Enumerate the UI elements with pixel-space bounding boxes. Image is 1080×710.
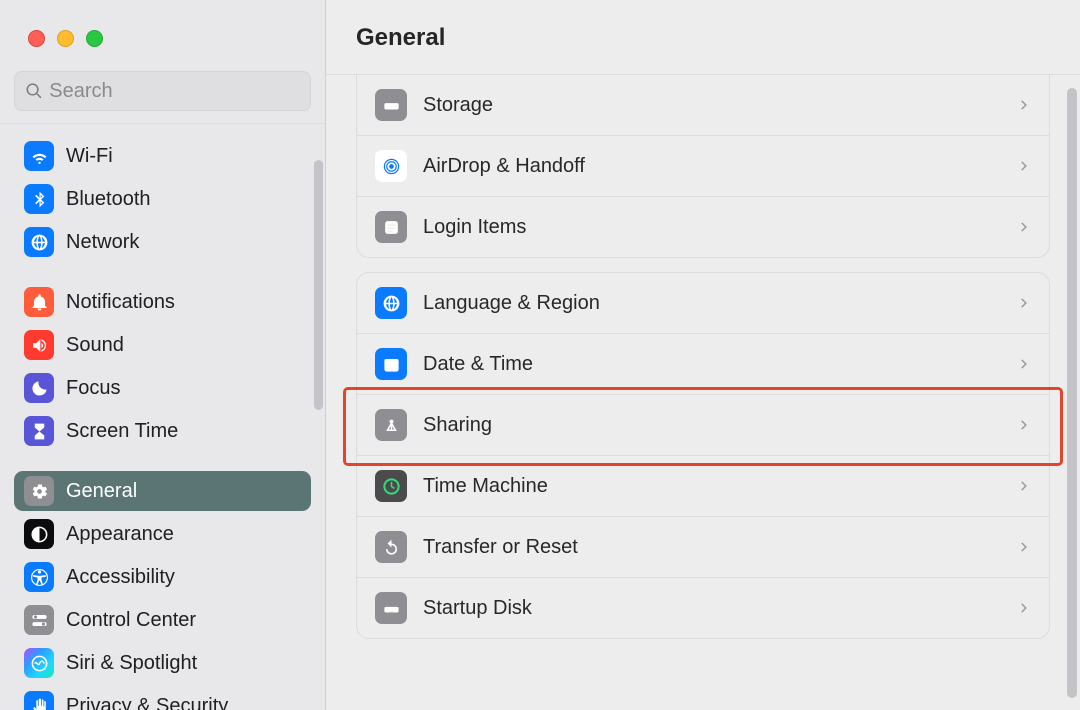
globe-icon (375, 287, 407, 319)
moon-icon (24, 373, 54, 403)
sidebar-item-label: Network (66, 231, 139, 254)
hourglass-icon (24, 416, 54, 446)
sidebar-item-label: Control Center (66, 609, 196, 632)
drive-icon (375, 89, 407, 121)
sidebar-item-label: Accessibility (66, 566, 175, 589)
switches-icon (24, 605, 54, 635)
sidebar-item-general[interactable]: General (14, 471, 311, 511)
settings-group: Language & Region Date & Time Sharing Time … (356, 272, 1050, 639)
chevron-right-icon (1017, 601, 1031, 615)
wifi-icon (24, 141, 54, 171)
airdrop-icon (375, 150, 407, 182)
chevron-right-icon (1017, 357, 1031, 371)
sidebar-item-label: Screen Time (66, 420, 178, 443)
sidebar-item-sound[interactable]: Sound (14, 325, 311, 365)
main-panel: General Storage AirDrop & Handoff Login It… (326, 0, 1080, 710)
row-label: Startup Disk (423, 597, 1017, 620)
settings-group: Storage AirDrop & Handoff Login Items (356, 75, 1050, 258)
row-language-region[interactable]: Language & Region (357, 273, 1049, 334)
sidebar-item-control-center[interactable]: Control Center (14, 600, 311, 640)
settings-window: Wi-Fi Bluetooth Network Notifications Sound F… (0, 0, 1080, 710)
chevron-right-icon (1017, 159, 1031, 173)
row-label: Language & Region (423, 292, 1017, 315)
row-label: Time Machine (423, 475, 1017, 498)
chevron-right-icon (1017, 296, 1031, 310)
accessibility-icon (24, 562, 54, 592)
sidebar-item-label: Siri & Spotlight (66, 652, 197, 675)
row-date-time[interactable]: Date & Time (357, 334, 1049, 395)
chevron-right-icon (1017, 418, 1031, 432)
sidebar-item-label: Privacy & Security (66, 695, 228, 710)
row-storage[interactable]: Storage (357, 75, 1049, 136)
main-scrollbar[interactable] (1067, 88, 1077, 698)
list-icon (375, 211, 407, 243)
gear-icon (24, 476, 54, 506)
row-label: AirDrop & Handoff (423, 155, 1017, 178)
sidebar: Wi-Fi Bluetooth Network Notifications Sound F… (0, 0, 326, 710)
row-label: Date & Time (423, 353, 1017, 376)
sidebar-item-label: Bluetooth (66, 188, 151, 211)
timemachine-icon (375, 470, 407, 502)
row-startup-disk[interactable]: Startup Disk (357, 578, 1049, 638)
sidebar-item-bluetooth[interactable]: Bluetooth (14, 179, 311, 219)
speaker-icon (24, 330, 54, 360)
sidebar-item-appearance[interactable]: Appearance (14, 514, 311, 554)
sidebar-scrollbar[interactable] (314, 160, 323, 410)
row-airdrop-handoff[interactable]: AirDrop & Handoff (357, 136, 1049, 197)
window-controls (0, 0, 325, 47)
close-button[interactable] (28, 30, 45, 47)
search-input[interactable] (49, 80, 300, 103)
sidebar-item-network[interactable]: Network (14, 222, 311, 262)
sidebar-item-label: Focus (66, 377, 120, 400)
sidebar-item-notifications[interactable]: Notifications (14, 282, 311, 322)
search-field[interactable] (14, 71, 311, 111)
bluetooth-icon (24, 184, 54, 214)
sidebar-item-label: Sound (66, 334, 124, 357)
row-label: Login Items (423, 216, 1017, 239)
sidebar-item-screen-time[interactable]: Screen Time (14, 411, 311, 451)
content-area: Storage AirDrop & Handoff Login Items Langu… (326, 75, 1080, 710)
row-login-items[interactable]: Login Items (357, 197, 1049, 257)
chevron-right-icon (1017, 479, 1031, 493)
row-label: Transfer or Reset (423, 536, 1017, 559)
disk-icon (375, 592, 407, 624)
minimize-button[interactable] (57, 30, 74, 47)
sidebar-item-label: General (66, 480, 137, 503)
appearance-icon (24, 519, 54, 549)
chevron-right-icon (1017, 540, 1031, 554)
sidebar-item-wi-fi[interactable]: Wi-Fi (14, 136, 311, 176)
sharing-icon (375, 409, 407, 441)
sidebar-item-label: Appearance (66, 523, 174, 546)
chevron-right-icon (1017, 98, 1031, 112)
sidebar-item-accessibility[interactable]: Accessibility (14, 557, 311, 597)
row-sharing[interactable]: Sharing (357, 395, 1049, 456)
sidebar-item-label: Notifications (66, 291, 175, 314)
page-title: General (326, 0, 1080, 75)
sidebar-item-privacy-security[interactable]: Privacy & Security (14, 686, 311, 710)
sidebar-item-label: Wi-Fi (66, 145, 113, 168)
row-time-machine[interactable]: Time Machine (357, 456, 1049, 517)
sidebar-nav: Wi-Fi Bluetooth Network Notifications Sound F… (0, 124, 325, 710)
reset-icon (375, 531, 407, 563)
calendar-icon (375, 348, 407, 380)
globe-icon (24, 227, 54, 257)
search-icon (25, 81, 43, 101)
bell-icon (24, 287, 54, 317)
sidebar-item-focus[interactable]: Focus (14, 368, 311, 408)
row-label: Storage (423, 94, 1017, 117)
row-label: Sharing (423, 414, 1017, 437)
hand-icon (24, 691, 54, 710)
sidebar-item-siri-spotlight[interactable]: Siri & Spotlight (14, 643, 311, 683)
zoom-button[interactable] (86, 30, 103, 47)
chevron-right-icon (1017, 220, 1031, 234)
siri-icon (24, 648, 54, 678)
row-transfer-or-reset[interactable]: Transfer or Reset (357, 517, 1049, 578)
